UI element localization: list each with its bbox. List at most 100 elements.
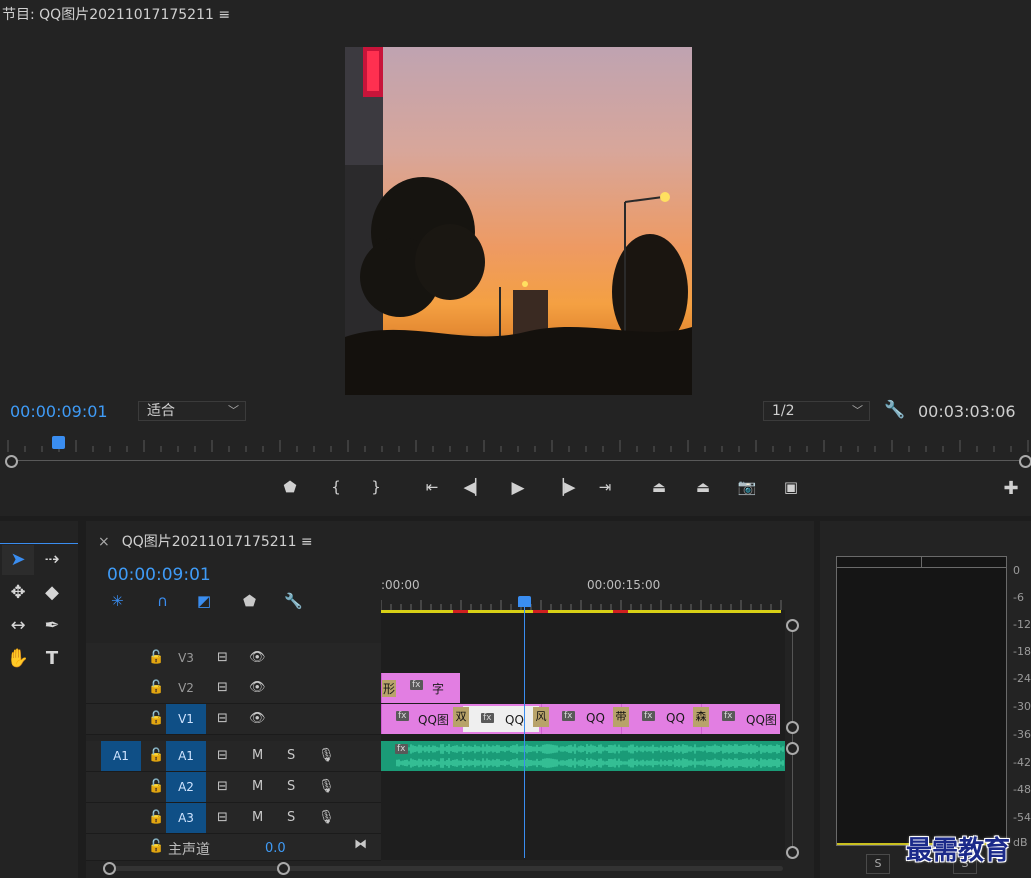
razor-tool-icon[interactable]: ◆ <box>36 578 68 608</box>
compare-icon[interactable]: ▣ <box>777 478 805 496</box>
track-label[interactable]: V3 <box>166 643 206 673</box>
zoom-fit-select[interactable]: 适合 ﹀ <box>138 401 246 421</box>
meter-solo-left[interactable]: S <box>866 854 890 874</box>
clip-v2[interactable]: 形 fx 字 <box>381 673 460 703</box>
track-label[interactable]: A3 <box>166 803 206 833</box>
clip-v1-selected[interactable]: fx QQ <box>461 704 541 734</box>
slip-tool-icon[interactable]: ↔ <box>2 611 34 641</box>
timeline-settings-wrench-icon[interactable]: 🔧 <box>284 592 303 610</box>
transition-marker[interactable]: 森 <box>693 707 709 727</box>
eye-icon[interactable]: 👁 <box>249 650 266 665</box>
scroll-handle[interactable] <box>786 846 799 859</box>
timeline-ruler-ticks[interactable] <box>381 596 785 610</box>
microphone-icon[interactable]: 🎙 <box>318 810 335 825</box>
timeline-vertical-scroll[interactable] <box>792 624 793 856</box>
master-volume-value[interactable]: 0.0 <box>265 841 286 856</box>
snap-magnet-icon[interactable]: ∩ <box>157 592 168 610</box>
track-label[interactable]: A2 <box>166 772 206 802</box>
scroll-handle-right[interactable] <box>1019 455 1031 468</box>
selection-tool-icon[interactable]: ➤ <box>2 545 34 575</box>
track-header-a1[interactable]: A1 🔓 A1 ⊟ M S 🎙 <box>86 741 381 772</box>
mark-out-icon[interactable]: } <box>362 478 390 496</box>
scroll-handle[interactable] <box>103 862 116 875</box>
timeline-horizontal-scroll[interactable] <box>109 866 783 871</box>
track-header-v2[interactable]: 🔓 V2 ⊟ 👁 <box>86 673 381 704</box>
wrench-icon[interactable]: 🔧 <box>884 400 905 420</box>
transition-marker[interactable]: 风 <box>533 707 549 727</box>
solo-button[interactable]: S <box>287 810 295 825</box>
close-icon[interactable]: × <box>98 534 110 550</box>
track-header-a2[interactable]: 🔓 A2 ⊟ M S 🎙 <box>86 772 381 803</box>
source-patch-a1[interactable]: A1 <box>101 741 141 771</box>
mute-button[interactable]: M <box>252 810 263 825</box>
program-time-ruler[interactable] <box>0 432 1031 456</box>
pen-tool-icon[interactable]: ✒ <box>36 611 68 641</box>
scroll-handle[interactable] <box>786 619 799 632</box>
eye-icon[interactable]: 👁 <box>249 711 266 726</box>
clip-v1[interactable]: fx QQ <box>621 704 701 734</box>
go-to-out-icon[interactable]: ⇥ <box>591 478 619 496</box>
timeline-track-area[interactable] <box>381 610 785 860</box>
play-icon[interactable]: ▶ <box>504 478 532 498</box>
scroll-handle-left[interactable] <box>5 455 18 468</box>
program-current-timecode[interactable]: 00:00:09:01 <box>10 402 108 421</box>
transition-marker[interactable]: 带 <box>613 707 629 727</box>
track-header-master[interactable]: 🔓 主声道 0.0 ⧓ <box>86 834 381 861</box>
program-playhead[interactable] <box>52 436 65 449</box>
scroll-handle[interactable] <box>786 742 799 755</box>
clip-v1[interactable]: fx QQ <box>541 704 621 734</box>
program-monitor-title[interactable]: 节目: QQ图片20211017175211 ≡ <box>2 4 230 24</box>
step-forward-icon[interactable]: ▕▶ <box>550 478 578 496</box>
ripple-edit-tool-icon[interactable]: ✥ <box>2 578 34 608</box>
extract-icon[interactable]: ⏏ <box>689 478 717 496</box>
sync-lock-icon[interactable]: ⊟ <box>217 779 228 794</box>
camera-icon[interactable]: 📷 <box>733 478 761 496</box>
track-label[interactable]: V1 <box>166 704 206 734</box>
type-tool-icon[interactable]: T <box>36 644 68 674</box>
track-header-a3[interactable]: 🔓 A3 ⊟ M S 🎙 <box>86 803 381 834</box>
add-icon[interactable]: ✚ <box>997 478 1025 499</box>
add-marker-icon[interactable]: ⬟ <box>243 592 256 610</box>
timeline-sequence-tab[interactable]: × QQ图片20211017175211 ≡ <box>98 531 313 551</box>
microphone-icon[interactable]: 🎙 <box>318 779 335 794</box>
work-area-bar[interactable] <box>381 610 781 613</box>
nest-icon[interactable]: ✳ <box>111 592 124 610</box>
timeline-current-timecode[interactable]: 00:00:09:01 <box>107 565 211 585</box>
linked-selection-icon[interactable]: ◩ <box>197 592 211 610</box>
mute-button[interactable]: M <box>252 748 263 763</box>
hand-tool-icon[interactable]: ✋ <box>2 644 34 674</box>
clip-v1[interactable]: fx QQ图 <box>701 704 780 734</box>
step-back-icon[interactable]: ◀▏ <box>461 478 489 496</box>
sync-lock-icon[interactable]: ⊟ <box>217 748 228 763</box>
lock-icon[interactable]: 🔓 <box>148 839 164 854</box>
scroll-handle[interactable] <box>277 862 290 875</box>
track-header-v3[interactable]: 🔓 V3 ⊟ 👁 <box>86 643 381 674</box>
sync-lock-icon[interactable]: ⊟ <box>217 711 228 726</box>
solo-button[interactable]: S <box>287 779 295 794</box>
sync-lock-icon[interactable]: ⊟ <box>217 650 228 665</box>
solo-button[interactable]: S <box>287 748 295 763</box>
lock-icon[interactable]: 🔓 <box>148 650 164 665</box>
track-header-v1[interactable]: 🔓 V1 ⊟ 👁 <box>86 704 381 735</box>
program-zoom-scrollbar[interactable] <box>12 460 1024 461</box>
audio-clip-a1[interactable]: fx <box>381 741 785 771</box>
expand-tracks-icon[interactable]: ⧓ <box>354 837 367 852</box>
go-to-in-icon[interactable]: ⇤ <box>418 478 446 496</box>
track-label[interactable]: V2 <box>166 673 206 703</box>
lift-icon[interactable]: ⏏ <box>645 478 673 496</box>
lock-icon[interactable]: 🔓 <box>148 711 164 726</box>
lock-icon[interactable]: 🔓 <box>148 810 164 825</box>
track-label[interactable]: A1 <box>166 741 206 771</box>
playback-resolution-select[interactable]: 1/2 ﹀ <box>763 401 870 421</box>
mark-in-icon[interactable]: { <box>322 478 350 496</box>
track-select-tool-icon[interactable]: ⇢ <box>36 545 68 575</box>
transition-marker[interactable]: 双 <box>453 707 469 727</box>
lock-icon[interactable]: 🔓 <box>148 680 164 695</box>
lock-icon[interactable]: 🔓 <box>148 779 164 794</box>
microphone-icon[interactable]: 🎙 <box>318 748 335 763</box>
lock-icon[interactable]: 🔓 <box>148 748 164 763</box>
marker-icon[interactable]: ⬟ <box>276 478 304 496</box>
clip-v1[interactable]: fx QQ图 <box>381 704 461 734</box>
scroll-handle[interactable] <box>786 721 799 734</box>
eye-icon[interactable]: 👁 <box>249 680 266 695</box>
